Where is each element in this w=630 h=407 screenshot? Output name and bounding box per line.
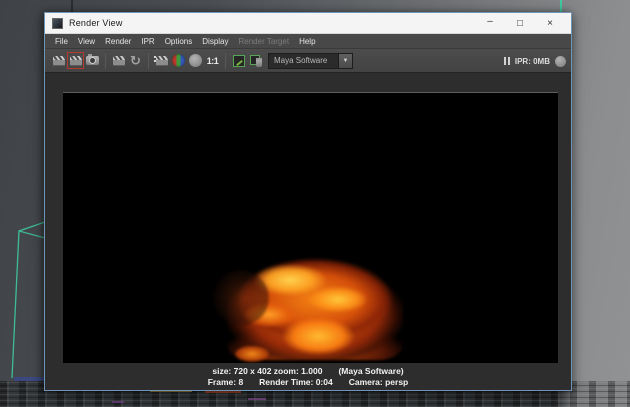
menu-render[interactable]: Render: [100, 37, 136, 46]
rgb-circle-icon: [172, 54, 185, 67]
menu-options[interactable]: Options: [160, 37, 198, 46]
camera-label: Camera: persp: [349, 377, 409, 387]
pause-icon: [508, 57, 510, 65]
ipr-render-button[interactable]: [110, 52, 127, 69]
pause-icon: [504, 57, 506, 65]
menu-ipr[interactable]: IPR: [136, 37, 159, 46]
menu-view[interactable]: View: [73, 37, 100, 46]
frame-label: Frame: 8: [208, 377, 243, 387]
window-title: Render View: [69, 18, 123, 28]
close-icon: ×: [547, 18, 553, 29]
toolbar-separator: [148, 53, 149, 69]
window-controls: – □ ×: [475, 13, 565, 34]
background-wire-line: [560, 0, 562, 12]
remove-image-button[interactable]: [247, 52, 264, 69]
display-alpha-channel-button[interactable]: [187, 52, 204, 69]
real-size-button[interactable]: 1:1: [204, 52, 221, 69]
chevron-down-icon[interactable]: ▼: [338, 53, 353, 69]
refresh-icon: ↻: [130, 54, 141, 67]
region-render-button[interactable]: [153, 52, 170, 69]
maximize-button[interactable]: □: [505, 13, 535, 34]
snapshot-button[interactable]: [84, 52, 101, 69]
close-button[interactable]: ×: [535, 13, 565, 34]
pause-ipr-button[interactable]: [504, 57, 510, 65]
menu-bar: File View Render IPR Options Display Ren…: [45, 34, 571, 49]
renderer-dropdown[interactable]: Maya Software ▼: [268, 53, 353, 69]
toolbar-separator: [105, 53, 106, 69]
keep-image-icon: [233, 55, 245, 67]
menu-help[interactable]: Help: [294, 37, 320, 46]
render-canvas[interactable]: [63, 92, 558, 363]
alpha-circle-icon: [189, 54, 202, 67]
fire-explosion-render: [227, 252, 403, 360]
render-view-app-icon: [52, 18, 63, 29]
ground-speck-purple-2: [112, 401, 124, 403]
size-zoom-label: size: 720 x 402 zoom: 1.000: [212, 366, 322, 376]
refresh-ipr-button[interactable]: ↻: [127, 52, 144, 69]
toolbar-right-group: IPR: 0MB: [504, 49, 566, 73]
minimize-icon: –: [487, 16, 493, 27]
camera-icon: [86, 56, 99, 65]
toolbar-separator: [225, 53, 226, 69]
clapperboard-icon: [70, 56, 82, 66]
one-to-one-icon: 1:1: [207, 56, 219, 66]
render-time-label: Render Time: 0:04: [259, 377, 333, 387]
remove-image-icon: [250, 55, 262, 67]
status-row-1: size: 720 x 402 zoom: 1.000 (Maya Softwa…: [212, 366, 403, 376]
menu-display[interactable]: Display: [197, 37, 233, 46]
background-edge-line: [71, 0, 73, 12]
toolbar: ↻ 1:1 Maya Software ▼ IPR: 0MB: [45, 49, 571, 73]
maximize-icon: □: [517, 18, 523, 29]
render-view-window: Render View – □ × File View Render IPR O…: [44, 12, 572, 391]
renderer-dropdown-value[interactable]: Maya Software: [268, 53, 338, 69]
keep-image-button[interactable]: [230, 52, 247, 69]
render-status-indicator-icon: [555, 56, 566, 67]
clapperboard-icon: [53, 56, 65, 66]
redo-previous-render-button[interactable]: [67, 52, 84, 69]
minimize-button[interactable]: –: [475, 13, 505, 34]
menu-render-target: Render Target: [234, 37, 295, 46]
renderer-name-label: (Maya Software): [338, 366, 403, 376]
menu-file[interactable]: File: [50, 37, 73, 46]
clapperboard-icon: [113, 56, 125, 66]
clapperboard-dots-icon: [156, 56, 168, 66]
ground-speck-purple: [248, 398, 266, 400]
status-bar: size: 720 x 402 zoom: 1.000 (Maya Softwa…: [45, 363, 571, 390]
display-rgb-channels-button[interactable]: [170, 52, 187, 69]
status-row-2: Frame: 8 Render Time: 0:04 Camera: persp: [208, 377, 409, 387]
render-content-area: [45, 73, 571, 363]
ipr-memory-label: IPR: 0MB: [515, 57, 550, 66]
render-current-frame-button[interactable]: [50, 52, 67, 69]
titlebar[interactable]: Render View – □ ×: [45, 13, 571, 34]
